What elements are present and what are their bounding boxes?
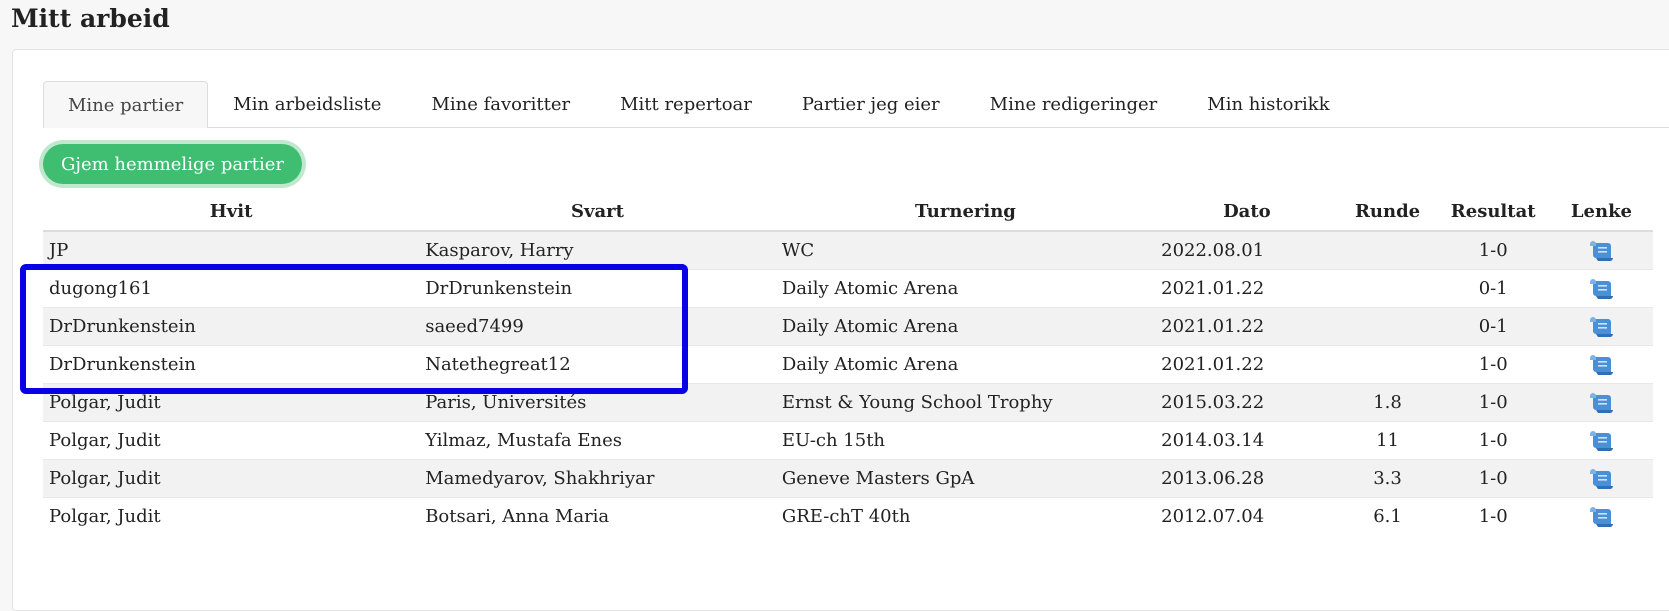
cell-black: DrDrunkenstein: [419, 269, 776, 308]
cell-result: 1-0: [1436, 459, 1550, 498]
cell-black: Yilmaz, Mustafa Enes: [419, 421, 776, 460]
tab-mine-favoritter[interactable]: Mine favoritter: [406, 81, 595, 127]
cell-result: 1-0: [1436, 497, 1550, 535]
cell-link: [1549, 497, 1653, 535]
scroll-icon[interactable]: [1588, 240, 1614, 262]
table-row[interactable]: Polgar, Judit Mamedyarov, Shakhriyar Genev…: [43, 459, 1653, 498]
cell-round: [1338, 269, 1437, 308]
cell-black: Mamedyarov, Shakhriyar: [419, 459, 776, 498]
cell-result: 1-0: [1436, 421, 1550, 460]
cell-round: 1.8: [1338, 383, 1437, 422]
table-row[interactable]: JP Kasparov, Harry WC 2022.08.01 1-0: [43, 230, 1653, 270]
cell-black: Botsari, Anna Maria: [419, 497, 776, 535]
cell-round: [1338, 345, 1437, 384]
scroll-icon[interactable]: [1588, 430, 1614, 452]
cell-white: JP: [43, 230, 420, 270]
cell-date: 2013.06.28: [1155, 459, 1339, 498]
scroll-icon[interactable]: [1588, 354, 1614, 376]
cell-result: 1-0: [1436, 383, 1550, 422]
games-table: Hvit Svart Turnering Dato Runde Resultat…: [43, 192, 1653, 535]
cell-tournament: Daily Atomic Arena: [775, 307, 1156, 346]
cell-date: 2014.03.14: [1155, 421, 1339, 460]
cell-tournament: Ernst & Young School Trophy: [775, 383, 1156, 422]
cell-link: [1549, 307, 1653, 346]
cell-tournament: EU-ch 15th: [775, 421, 1156, 460]
cell-tournament: Geneve Masters GpA: [775, 459, 1156, 498]
tab-partier-jeg-eier[interactable]: Partier jeg eier: [777, 81, 965, 127]
tab-min-historikk[interactable]: Min historikk: [1182, 81, 1354, 127]
cell-white: Polgar, Judit: [43, 497, 420, 535]
table-header-row: Hvit Svart Turnering Dato Runde Resultat…: [43, 192, 1653, 232]
column-header-black[interactable]: Svart: [419, 192, 776, 232]
column-header-round[interactable]: Runde: [1338, 192, 1437, 232]
cell-black: saeed7499: [419, 307, 776, 346]
cell-link: [1549, 230, 1653, 270]
cell-white: dugong161: [43, 269, 420, 308]
cell-tournament: Daily Atomic Arena: [775, 345, 1156, 384]
cell-result: 1-0: [1436, 230, 1550, 270]
table-row[interactable]: Polgar, Judit Yilmaz, Mustafa Enes EU-ch 1…: [43, 421, 1653, 460]
cell-black: Kasparov, Harry: [419, 230, 776, 270]
cell-result: 0-1: [1436, 307, 1550, 346]
table-row[interactable]: DrDrunkenstein saeed7499 Daily Atomic Aren…: [43, 307, 1653, 346]
cell-link: [1549, 383, 1653, 422]
tab-min-arbeidsliste[interactable]: Min arbeidsliste: [208, 81, 406, 127]
hide-secret-games-button[interactable]: Gjem hemmelige partier: [43, 144, 302, 184]
cell-date: 2021.01.22: [1155, 269, 1339, 308]
cell-white: Polgar, Judit: [43, 421, 420, 460]
cell-result: 1-0: [1436, 345, 1550, 384]
cell-date: 2015.03.22: [1155, 383, 1339, 422]
scroll-icon[interactable]: [1588, 316, 1614, 338]
tab-bar: Mine partier Min arbeidsliste Mine favor…: [43, 81, 1669, 128]
table-row[interactable]: DrDrunkenstein Natethegreat12 Daily Atomic…: [43, 345, 1653, 384]
column-header-date[interactable]: Dato: [1155, 192, 1339, 232]
cell-round: [1338, 307, 1437, 346]
tab-mine-partier[interactable]: Mine partier: [43, 81, 209, 128]
table-row[interactable]: Polgar, Judit Botsari, Anna Maria GRE-chT …: [43, 497, 1653, 535]
cell-date: 2012.07.04: [1155, 497, 1339, 535]
column-header-result[interactable]: Resultat: [1436, 192, 1550, 232]
cell-date: 2022.08.01: [1155, 230, 1339, 270]
cell-white: DrDrunkenstein: [43, 345, 420, 384]
cell-tournament: Daily Atomic Arena: [775, 269, 1156, 308]
table-row[interactable]: Polgar, Judit Paris, Universités Ernst & Y…: [43, 383, 1653, 422]
games-table-body: JP Kasparov, Harry WC 2022.08.01 1-0 dugong16…: [43, 230, 1653, 535]
cell-result: 0-1: [1436, 269, 1550, 308]
cell-link: [1549, 459, 1653, 498]
page-title: Mitt arbeid: [11, 4, 170, 33]
cell-link: [1549, 421, 1653, 460]
scroll-icon[interactable]: [1588, 506, 1614, 528]
cell-link: [1549, 269, 1653, 308]
tab-mine-redigeringer[interactable]: Mine redigeringer: [965, 81, 1183, 127]
scroll-icon[interactable]: [1588, 392, 1614, 414]
cell-round: 3.3: [1338, 459, 1437, 498]
scroll-icon[interactable]: [1588, 278, 1614, 300]
cell-link: [1549, 345, 1653, 384]
cell-white: DrDrunkenstein: [43, 307, 420, 346]
tab-mitt-repertoar[interactable]: Mitt repertoar: [595, 81, 777, 127]
column-header-link: Lenke: [1549, 192, 1653, 232]
cell-white: Polgar, Judit: [43, 383, 420, 422]
column-header-tournament[interactable]: Turnering: [775, 192, 1156, 232]
cell-tournament: GRE-chT 40th: [775, 497, 1156, 535]
cell-white: Polgar, Judit: [43, 459, 420, 498]
cell-black: Natethegreat12: [419, 345, 776, 384]
table-row[interactable]: dugong161 DrDrunkenstein Daily Atomic Aren…: [43, 269, 1653, 308]
cell-black: Paris, Universités: [419, 383, 776, 422]
cell-round: 11: [1338, 421, 1437, 460]
cell-round: [1338, 230, 1437, 270]
cell-date: 2021.01.22: [1155, 307, 1339, 346]
column-header-white[interactable]: Hvit: [43, 192, 420, 232]
scroll-icon[interactable]: [1588, 468, 1614, 490]
cell-date: 2021.01.22: [1155, 345, 1339, 384]
cell-round: 6.1: [1338, 497, 1437, 535]
content-panel: Mine partier Min arbeidsliste Mine favor…: [12, 49, 1669, 611]
cell-tournament: WC: [775, 230, 1156, 270]
